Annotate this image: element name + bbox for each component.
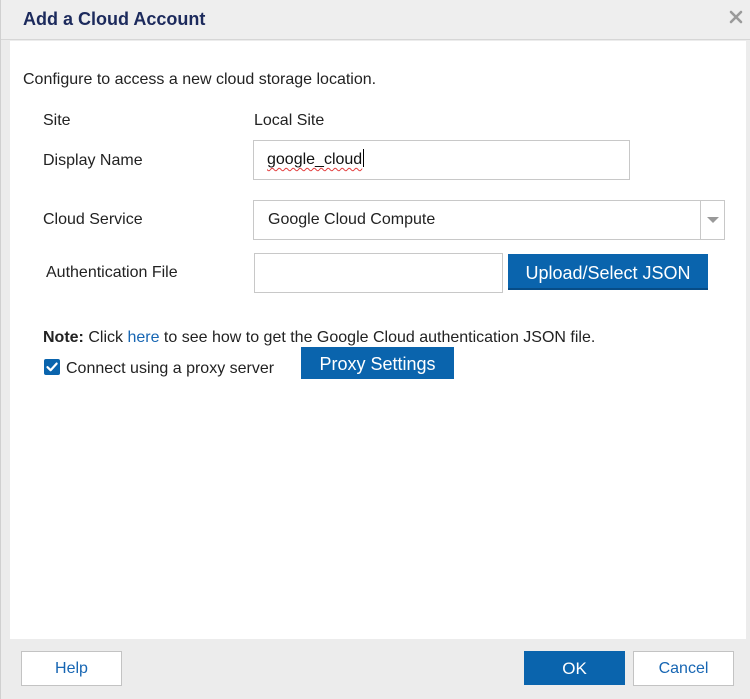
- help-link[interactable]: here: [127, 329, 159, 346]
- cloud-service-select[interactable]: Google Cloud Compute: [253, 200, 725, 240]
- dialog-titlebar: Add a Cloud Account: [1, 0, 750, 40]
- site-label: Site: [43, 112, 71, 129]
- proxy-checkbox-label[interactable]: Connect using a proxy server: [66, 360, 274, 378]
- dialog-body: Configure to access a new cloud storage …: [10, 41, 746, 639]
- ok-button[interactable]: OK: [524, 651, 625, 685]
- note-text: Note: Click here to see how to get the G…: [43, 329, 595, 347]
- note-text-after: to see how to get the Google Cloud authe…: [159, 329, 596, 346]
- note-text-before: Click: [83, 329, 128, 346]
- text-caret: [363, 149, 365, 167]
- upload-json-button[interactable]: Upload/Select JSON: [508, 254, 708, 290]
- auth-file-label: Authentication File: [46, 264, 178, 281]
- note-prefix: Note:: [43, 329, 84, 346]
- proxy-settings-button[interactable]: Proxy Settings: [301, 347, 454, 379]
- dropdown-arrow-icon[interactable]: [700, 201, 724, 239]
- site-value: Local Site: [254, 112, 325, 129]
- add-cloud-account-dialog: Add a Cloud Account Configure to access …: [0, 0, 750, 699]
- cancel-button[interactable]: Cancel: [633, 651, 734, 686]
- cloud-service-label: Cloud Service: [43, 211, 143, 228]
- dialog-footer: Help OK Cancel: [1, 639, 750, 699]
- display-name-value: google_cloud: [267, 151, 363, 168]
- display-name-label: Display Name: [43, 152, 143, 169]
- close-icon[interactable]: [727, 8, 745, 26]
- cloud-service-value: Google Cloud Compute: [268, 211, 436, 228]
- dialog-description: Configure to access a new cloud storage …: [23, 71, 377, 88]
- dialog-title: Add a Cloud Account: [23, 9, 206, 29]
- display-name-field[interactable]: google_cloud: [253, 140, 630, 180]
- auth-file-field[interactable]: [254, 253, 503, 293]
- checkmark-icon: [46, 362, 58, 372]
- help-button[interactable]: Help: [21, 651, 122, 686]
- proxy-checkbox[interactable]: [44, 359, 60, 375]
